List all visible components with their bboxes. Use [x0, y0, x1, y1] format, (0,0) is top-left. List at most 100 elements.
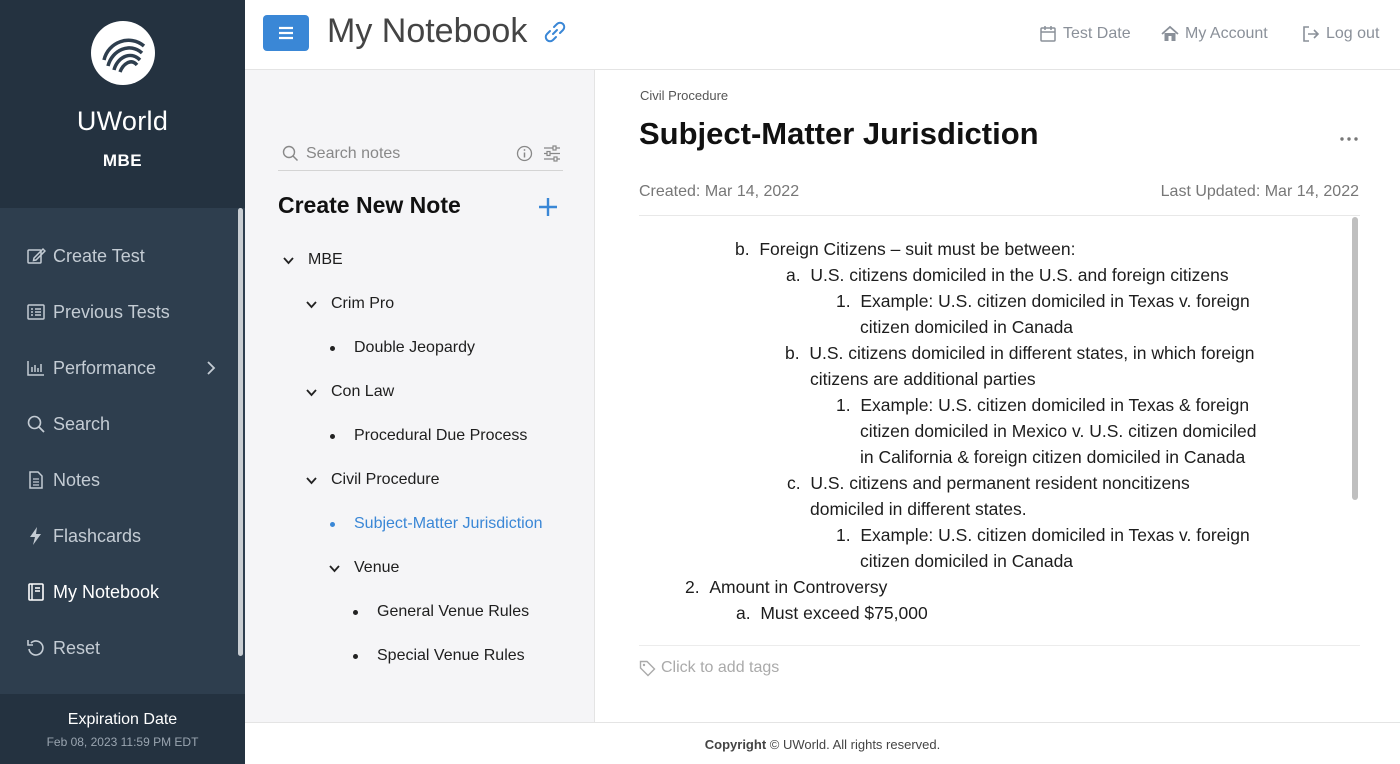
note-body-scrollbar[interactable] [1352, 217, 1358, 500]
notes-panel: Create New Note MBE Crim Pro Double Jeop… [245, 70, 595, 722]
note-body-editor[interactable]: b. Foreign Citizens – suit must be betwe… [639, 216, 1354, 646]
link-icon[interactable] [541, 18, 569, 46]
test-date-label: Test Date [1063, 25, 1131, 42]
sidebar-item-performance[interactable]: Performance [0, 340, 245, 396]
tree-note-special-venue-rules[interactable]: Special Venue Rules [353, 647, 525, 665]
brand-name: UWorld [76, 106, 169, 136]
bullet-icon [330, 433, 335, 439]
tree-note-subject-matter-jurisdiction[interactable]: Subject-Matter Jurisdiction [330, 515, 543, 533]
bar-chart-icon [27, 361, 44, 376]
uworld-logo-icon [90, 21, 155, 85]
tree-note-general-venue-rules[interactable]: General Venue Rules [353, 603, 529, 621]
notebook-icon [28, 583, 44, 601]
sidebar-scrollbar[interactable] [238, 208, 243, 656]
sidebar-item-label: My Notebook [53, 581, 160, 602]
note-line: 1. Example: U.S. citizen domiciled in Te… [836, 525, 1250, 545]
edit-icon [27, 247, 46, 264]
sidebar: UWorld MBE Create Test Previous Tests Pe… [0, 0, 245, 764]
tree-note-double-jeopardy[interactable]: Double Jeopardy [330, 339, 475, 357]
tree-item-label: MBE [308, 251, 343, 268]
filter-settings-icon[interactable] [543, 145, 561, 162]
tag-icon [639, 660, 656, 676]
footer: Copyright © UWorld. All rights reserved. [245, 722, 1400, 764]
more-options-icon[interactable] [1339, 130, 1359, 148]
note-content: Civil Procedure Subject-Matter Jurisdict… [596, 70, 1400, 722]
tree-folder-con-law[interactable]: Con Law [305, 383, 394, 401]
expiration-date: Feb 08, 2023 11:59 PM EDT [46, 735, 199, 749]
tree-item-label: Civil Procedure [331, 471, 440, 488]
chevron-right-icon [207, 361, 216, 375]
bullet-icon [330, 345, 335, 351]
chevron-down-icon [283, 256, 294, 264]
hamburger-icon [279, 26, 293, 40]
home-icon [1161, 25, 1179, 41]
tree-item-label: Subject-Matter Jurisdiction [354, 515, 543, 532]
note-line: c. U.S. citizens and permanent resident … [787, 473, 1190, 493]
tree-folder-venue[interactable]: Venue [328, 559, 399, 577]
document-icon [29, 471, 43, 489]
note-line: 1. Example: U.S. citizen domiciled in Te… [836, 291, 1250, 311]
last-updated-date: Last Updated: Mar 14, 2022 [1160, 183, 1359, 200]
log-out-link[interactable]: Log out [1302, 25, 1379, 43]
note-line: in California & foreign citizen domicile… [860, 447, 1246, 467]
breadcrumb[interactable]: Civil Procedure [640, 88, 728, 103]
bolt-icon [30, 527, 41, 545]
sidebar-item-previous-tests[interactable]: Previous Tests [0, 284, 245, 340]
tree-item-label: Double Jeopardy [354, 339, 475, 356]
sidebar-item-label: Flashcards [53, 525, 142, 546]
test-date-link[interactable]: Test Date [1039, 25, 1131, 43]
sidebar-item-reset[interactable]: Reset [0, 620, 245, 676]
brand-subtitle: MBE [102, 151, 143, 170]
chevron-down-icon [306, 476, 317, 484]
tree-folder-mbe[interactable]: MBE [282, 251, 343, 269]
note-line: a. Must exceed $75,000 [736, 603, 928, 623]
tree-item-label: Crim Pro [331, 295, 395, 312]
tree-item-label: Procedural Due Process [354, 427, 528, 444]
bullet-icon [330, 521, 335, 527]
note-line: b. U.S. citizens domiciled in different … [785, 343, 1255, 363]
note-line: citizens are additional parties [810, 369, 1036, 389]
sidebar-item-flashcards[interactable]: Flashcards [0, 508, 245, 564]
bullet-icon [353, 653, 358, 659]
top-header: My Notebook Test Date My Account Log out [245, 0, 1400, 70]
expiration-title: Expiration Date [67, 711, 178, 728]
sidebar-nav: Create Test Previous Tests Performance S… [0, 208, 245, 676]
calendar-icon [1040, 26, 1056, 42]
note-line: domiciled in different states. [810, 499, 1027, 519]
brand-block: UWorld MBE [0, 0, 245, 208]
note-line: 2. Amount in Controversy [685, 577, 888, 597]
menu-toggle-button[interactable] [263, 15, 309, 51]
list-icon [27, 304, 45, 320]
note-line: citizen domiciled in Canada [860, 317, 1074, 337]
sidebar-item-search[interactable]: Search [0, 396, 245, 452]
add-tags-field[interactable]: Click to add tags [639, 659, 779, 677]
reset-icon [27, 640, 44, 656]
log-out-label: Log out [1326, 25, 1380, 42]
sidebar-item-label: Notes [53, 469, 101, 490]
sidebar-item-create-test[interactable]: Create Test [0, 228, 245, 284]
note-title: Subject-Matter Jurisdiction [639, 116, 1039, 151]
note-line: 1. Example: U.S. citizen domiciled in Te… [836, 395, 1250, 415]
log-out-icon [1303, 26, 1320, 42]
expiration-block: Expiration Date Feb 08, 2023 11:59 PM ED… [0, 694, 245, 764]
search-icon [27, 415, 45, 433]
chevron-down-icon [329, 564, 340, 572]
search-notes-input[interactable] [306, 142, 506, 166]
sidebar-item-notes[interactable]: Notes [0, 452, 245, 508]
my-account-link[interactable]: My Account [1161, 25, 1268, 43]
tree-note-procedural-due-process[interactable]: Procedural Due Process [330, 427, 527, 445]
tree-folder-crim-pro[interactable]: Crim Pro [305, 295, 394, 313]
copyright-text: © UWorld. All rights reserved. [769, 737, 941, 752]
sidebar-item-label: Reset [53, 637, 101, 658]
chevron-down-icon [306, 388, 317, 396]
tree-folder-civil-procedure[interactable]: Civil Procedure [305, 471, 439, 489]
tree-item-label: Con Law [331, 383, 395, 400]
add-note-button[interactable] [537, 196, 559, 218]
sidebar-item-label: Previous Tests [53, 301, 170, 322]
note-line: b. Foreign Citizens – suit must be betwe… [735, 239, 1076, 259]
copyright-label: Copyright [704, 737, 767, 752]
note-line: citizen domiciled in Mexico v. U.S. citi… [860, 421, 1257, 441]
info-icon[interactable] [516, 145, 533, 162]
chevron-down-icon [306, 300, 317, 308]
sidebar-item-my-notebook[interactable]: My Notebook [0, 564, 245, 620]
